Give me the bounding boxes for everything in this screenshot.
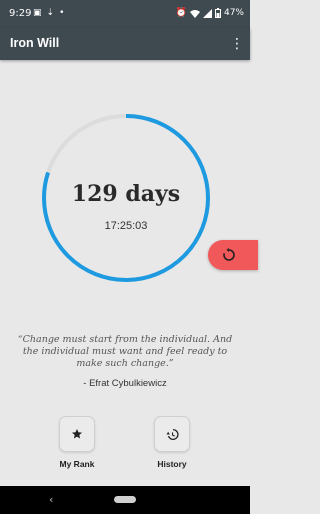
quote-text: “Change must start from the individual. …	[17, 334, 233, 369]
back-icon[interactable]: ‹	[49, 493, 53, 506]
history-label: History	[157, 459, 187, 469]
home-pill[interactable]	[114, 496, 136, 503]
history-icon	[166, 428, 179, 440]
restart-icon	[223, 248, 235, 261]
my-rank-label: My Rank	[59, 459, 95, 469]
history-button[interactable]	[154, 416, 190, 452]
battery-percent: 47%	[223, 8, 244, 18]
signal-icon	[202, 8, 212, 18]
alarm-icon: ⏰	[175, 8, 187, 18]
status-bar: 9:29 ▣⇣• ⏰ 47%	[0, 0, 250, 28]
message-icon: ▣	[33, 8, 47, 18]
battery-icon	[214, 8, 221, 18]
my-rank-button[interactable]	[59, 416, 95, 452]
status-right: ⏰ 47%	[176, 8, 244, 18]
my-rank-action[interactable]: My Rank	[42, 416, 112, 469]
streak-clock: 17:25:03	[104, 220, 148, 232]
wifi-icon	[189, 9, 200, 18]
star-icon	[72, 429, 82, 439]
dot-icon: •	[59, 8, 70, 18]
streak-days: 129 days	[71, 181, 181, 207]
status-time: 9:29	[9, 8, 32, 19]
app-title: Iron Will	[10, 36, 60, 50]
notification-icons: ▣⇣•	[33, 8, 69, 18]
nav-bar: ‹	[0, 486, 250, 514]
more-vert-icon[interactable]: ⋮	[230, 35, 244, 53]
history-action[interactable]: History	[137, 416, 207, 469]
download-icon: ⇣	[46, 8, 60, 18]
quote-author: - Efrat Cybulkiewicz	[83, 378, 167, 389]
app-bar: Iron Will ⋮	[0, 28, 250, 60]
reset-button[interactable]	[208, 240, 258, 270]
